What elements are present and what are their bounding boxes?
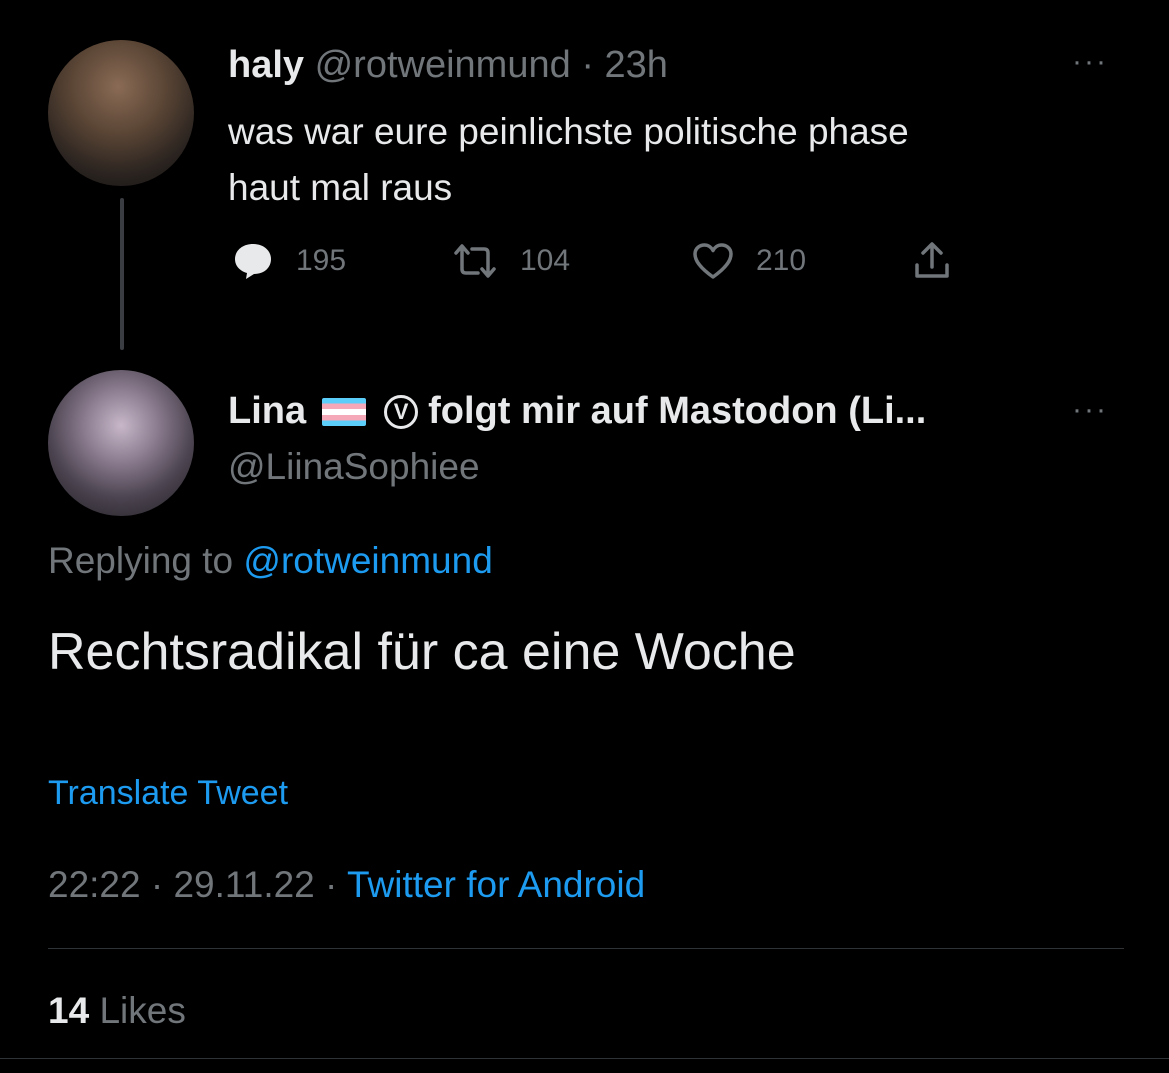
parent-tweet-line-2: haut mal raus bbox=[228, 167, 453, 208]
avatar-lina[interactable] bbox=[48, 370, 194, 516]
retweet-count: 104 bbox=[520, 244, 571, 277]
reply-display-name-row[interactable]: Lina V folgt mir auf Mastodon (Li... bbox=[228, 390, 926, 433]
parent-display-name[interactable]: haly bbox=[228, 44, 304, 86]
likes-label: Likes bbox=[99, 990, 186, 1031]
parent-tweet-text: was war eure peinlichste politische phas… bbox=[228, 104, 1088, 216]
tweet-date[interactable]: 29.11.22 bbox=[173, 864, 314, 905]
replying-to-label: Replying to bbox=[48, 540, 234, 581]
likes-summary[interactable]: 14 Likes bbox=[48, 990, 186, 1032]
trans-flag-icon bbox=[322, 397, 367, 426]
parent-more-icon[interactable]: ··· bbox=[1072, 47, 1108, 77]
likes-count: 14 bbox=[48, 990, 90, 1031]
share-button[interactable] bbox=[912, 236, 974, 286]
like-count: 210 bbox=[756, 244, 807, 277]
meta-separator-2: · bbox=[325, 864, 338, 905]
translate-tweet-link[interactable]: Translate Tweet bbox=[48, 774, 288, 813]
like-button[interactable]: 210 bbox=[692, 236, 806, 286]
parent-tweet-header: haly @rotweinmund · 23h bbox=[228, 44, 668, 87]
reply-tweet-text: Rechtsradikal für ca eine Woche bbox=[48, 623, 796, 681]
reply-display-name[interactable]: Lina bbox=[228, 390, 306, 433]
tweet-source-link[interactable]: Twitter for Android bbox=[347, 864, 645, 905]
bottom-divider bbox=[0, 1058, 1169, 1059]
heart-icon bbox=[693, 243, 733, 279]
avatar-haly[interactable] bbox=[48, 40, 194, 186]
meta-separator-1: · bbox=[150, 864, 164, 905]
share-icon bbox=[915, 242, 949, 278]
replying-to: Replying to @rotweinmund bbox=[48, 540, 493, 582]
parent-time[interactable]: 23h bbox=[605, 44, 668, 86]
tweet-meta: 22:22 · 29.11.22 · Twitter for Android bbox=[48, 864, 645, 906]
speech-bubble-icon bbox=[235, 244, 271, 279]
reply-more-icon[interactable]: ··· bbox=[1072, 395, 1108, 425]
v-circle-icon: V bbox=[384, 394, 419, 429]
reply-count: 195 bbox=[296, 244, 347, 277]
reply-handle[interactable]: @LiinaSophiee bbox=[228, 446, 480, 488]
retweet-button[interactable]: 104 bbox=[452, 236, 570, 286]
reply-button[interactable]: 195 bbox=[232, 236, 346, 286]
replying-to-handle-link[interactable]: @rotweinmund bbox=[243, 540, 492, 581]
retweet-icon bbox=[454, 244, 496, 278]
reply-name-suffix[interactable]: folgt mir auf Mastodon (Li... bbox=[428, 390, 926, 433]
parent-tweet-line-1: was war eure peinlichste politische phas… bbox=[228, 111, 909, 152]
divider bbox=[48, 948, 1124, 949]
thread-connector-line bbox=[120, 198, 124, 350]
header-separator: · bbox=[581, 44, 594, 86]
tweet-time[interactable]: 22:22 bbox=[48, 864, 141, 905]
parent-handle[interactable]: @rotweinmund bbox=[315, 44, 571, 86]
